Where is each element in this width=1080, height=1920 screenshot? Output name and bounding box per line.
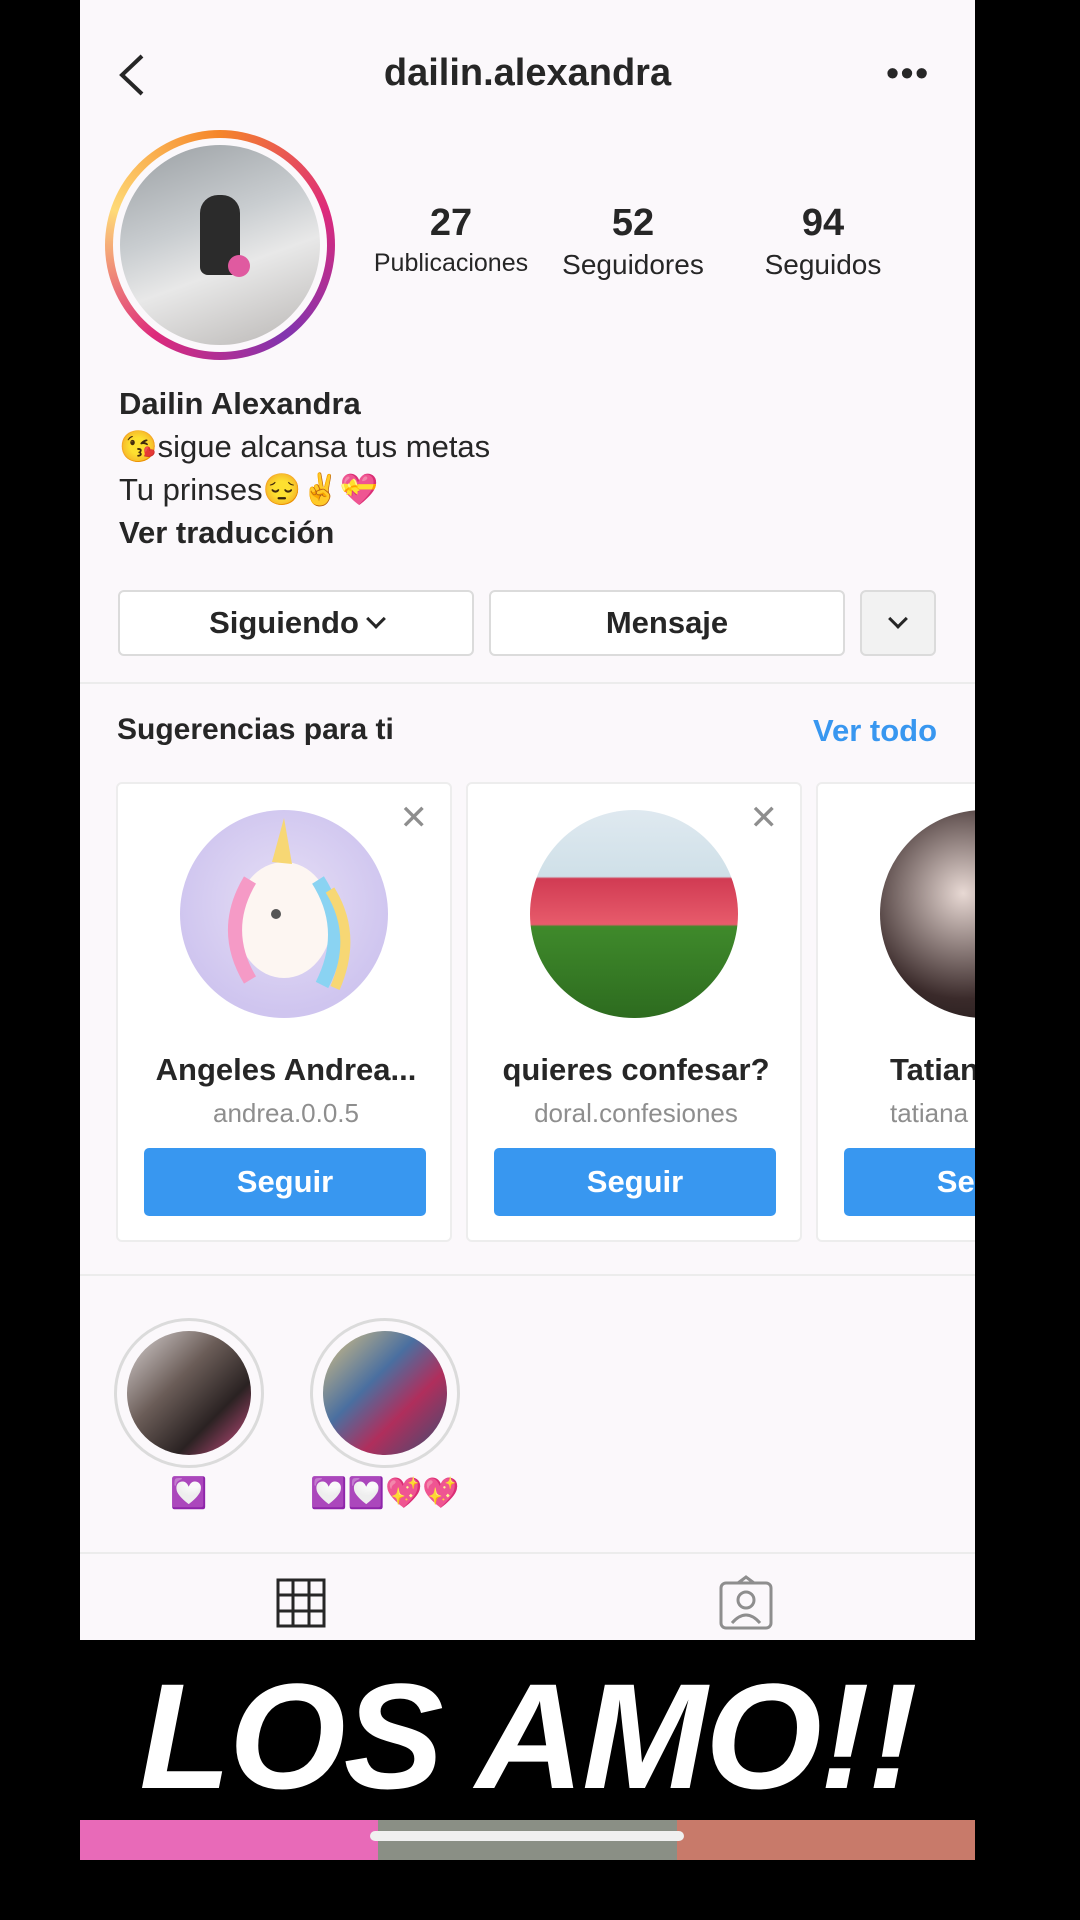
suggestion-card[interactable]: ✕ Angeles Andrea... andrea.0.0.5 Seguir	[116, 782, 452, 1242]
dismiss-icon[interactable]: ✕	[750, 798, 779, 838]
profile-username: dailin.alexandra	[383, 52, 672, 94]
posts-count: 27	[429, 202, 473, 244]
stat-posts[interactable]: 27 Publicaciones	[370, 202, 532, 278]
story-highlight[interactable]	[310, 1318, 460, 1468]
suggestion-avatar[interactable]	[180, 810, 388, 1018]
suggestion-username: tatiana	[890, 1098, 969, 1128]
stat-following[interactable]: 94 Seguidos	[752, 202, 894, 281]
followers-label: Seguidores	[562, 249, 704, 280]
profile-screen: dailin.alexandra ••• 27 Publicaciones 52…	[80, 0, 975, 1640]
suggestions-title: Sugerencias para ti	[117, 713, 394, 746]
suggestions-toggle-button[interactable]	[860, 590, 936, 656]
following-label: Seguidos	[764, 249, 882, 280]
following-count: 94	[801, 202, 845, 244]
dismiss-icon[interactable]: ✕	[400, 798, 429, 838]
suggestion-name: quieres confesar?	[502, 1052, 770, 1087]
follow-button[interactable]: Seguir	[494, 1148, 776, 1216]
suggestion-avatar[interactable]	[530, 810, 738, 1018]
home-indicator[interactable]	[370, 1831, 684, 1841]
bio-line-2: Tu prinses😔✌️💝	[119, 472, 379, 507]
follow-button[interactable]: Seguir	[144, 1148, 426, 1216]
profile-tabs-divider	[80, 1552, 975, 1554]
following-button[interactable]: Siguiendo	[118, 590, 474, 656]
suggestion-avatar[interactable]	[880, 810, 975, 1018]
bio: Dailin Alexandra 😘sigue alcansa tus meta…	[119, 382, 490, 554]
see-translation-link[interactable]: Ver traducción	[119, 511, 490, 554]
follow-button[interactable]: Seguir	[844, 1148, 975, 1216]
suggestion-name: Angeles Andrea...	[155, 1052, 417, 1087]
more-options-icon[interactable]: •••	[886, 52, 930, 94]
suggestion-name: Tatiana	[890, 1052, 975, 1087]
overlay-caption: LOS AMO!!	[139, 1652, 917, 1820]
tagged-photos-icon[interactable]	[718, 1575, 774, 1631]
chevron-down-icon	[888, 609, 908, 629]
avatar[interactable]	[105, 130, 335, 360]
suggestion-card[interactable]: Tatiana tatiana Seguir	[816, 782, 975, 1242]
grid-icon[interactable]	[276, 1578, 326, 1628]
suggestion-card[interactable]: ✕ quieres confesar? doral.confesiones Se…	[466, 782, 802, 1242]
see-all-link[interactable]: Ver todo	[813, 713, 937, 749]
stat-followers[interactable]: 52 Seguidores	[562, 202, 704, 281]
followers-count: 52	[611, 202, 655, 244]
chevron-down-icon	[366, 609, 386, 629]
story-highlight[interactable]	[114, 1318, 264, 1468]
suggestion-username: doral.confesiones	[534, 1098, 738, 1128]
posts-label: Publicaciones	[373, 249, 529, 277]
divider	[80, 1274, 975, 1276]
message-button-label: Mensaje	[605, 605, 729, 640]
profile-full-name: Dailin Alexandra	[119, 386, 361, 421]
highlight-label: 💟💟💖💖	[310, 1477, 460, 1510]
bio-line-1: 😘sigue alcansa tus metas	[119, 429, 491, 464]
following-button-label: Siguiendo	[209, 605, 359, 640]
story-text-overlay: LOS AMO!!	[80, 1640, 975, 1820]
message-button[interactable]: Mensaje	[489, 590, 845, 656]
divider	[80, 682, 975, 684]
highlight-label: 💟	[170, 1477, 208, 1510]
suggestion-username: andrea.0.0.5	[212, 1098, 359, 1128]
